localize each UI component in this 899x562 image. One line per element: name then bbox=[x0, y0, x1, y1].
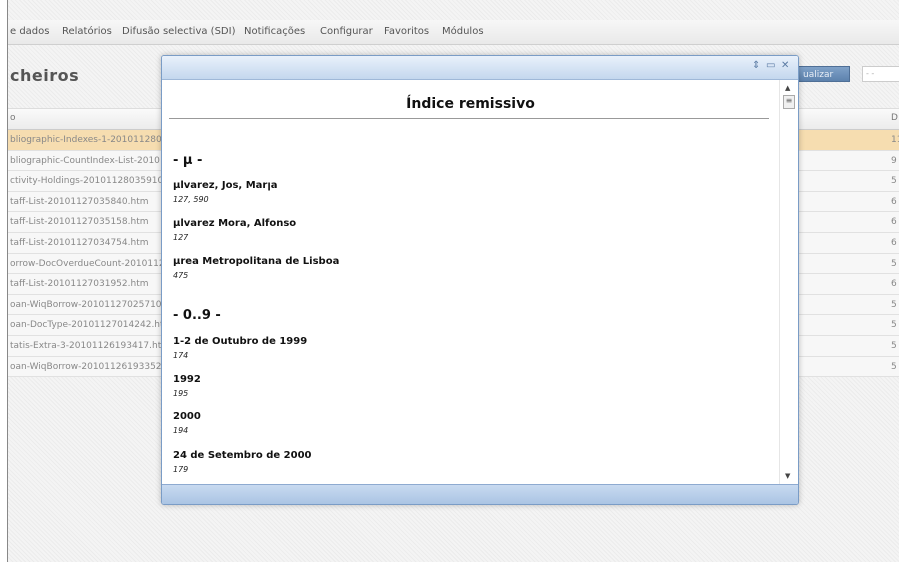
column-header-date[interactable]: D bbox=[891, 113, 898, 123]
row-value: 6 bbox=[891, 279, 897, 290]
menu-item-configurar[interactable]: Configurar bbox=[320, 26, 373, 37]
dialog-footer bbox=[162, 484, 798, 504]
section-header: - µ - bbox=[173, 153, 203, 168]
row-filename: ctivity-Holdings-20101128035910. bbox=[10, 176, 167, 187]
dialog-scrollbar[interactable]: ▲ ≡ ▼ bbox=[779, 80, 798, 484]
menu-item-sdi[interactable]: Difusão selectiva (SDI) bbox=[122, 26, 236, 37]
menu-item-relatorios[interactable]: Relatórios bbox=[62, 26, 112, 37]
row-filename: taff-List-20101127035158.htm bbox=[10, 217, 149, 228]
menu-bar: e dados Relatórios Difusão selectiva (SD… bbox=[8, 20, 899, 45]
menu-item-dados[interactable]: e dados bbox=[10, 26, 49, 37]
row-filename: taff-List-20101127031952.htm bbox=[10, 279, 149, 290]
dialog-content: Índice remissivo - µ - µlvarez, Jos, Mar… bbox=[162, 80, 779, 484]
heading-divider bbox=[169, 118, 769, 119]
index-pages: 195 bbox=[173, 389, 189, 398]
row-filename: taff-List-20101127034754.htm bbox=[10, 237, 149, 248]
close-icon[interactable]: ✕ bbox=[781, 61, 789, 71]
index-pages: 127 bbox=[173, 233, 189, 242]
pin-icon[interactable]: ⇕ bbox=[752, 61, 760, 71]
index-term: 24 de Setembro de 2000 bbox=[173, 450, 312, 461]
row-value: 5 bbox=[891, 361, 897, 372]
index-term: 1-2 de Outubro de 1999 bbox=[173, 336, 308, 347]
scroll-down-arrow-icon[interactable]: ▼ bbox=[785, 472, 790, 480]
column-header-name[interactable]: o bbox=[10, 113, 16, 123]
row-value: 6 bbox=[891, 217, 897, 228]
index-term: 2000 bbox=[173, 411, 201, 422]
row-filename: oan-DocType-20101127014242.ht bbox=[10, 320, 164, 331]
menu-item-modulos[interactable]: Módulos bbox=[442, 26, 484, 37]
row-value: 6 bbox=[891, 196, 897, 207]
index-term: µlvarez, Jos, Marןa bbox=[173, 180, 278, 191]
row-value: 5 bbox=[891, 299, 897, 310]
row-value: 5 bbox=[891, 176, 897, 187]
page-title: cheiros bbox=[10, 66, 80, 85]
dialog-titlebar[interactable]: ⇕ ▭ ✕ bbox=[162, 56, 798, 80]
section-header: - 0..9 - bbox=[173, 308, 221, 323]
index-pages: 127, 590 bbox=[173, 195, 209, 204]
index-dialog: ⇕ ▭ ✕ Índice remissivo - µ - µlvarez, Jo… bbox=[161, 55, 799, 505]
index-term: µrea Metropolitana de Lisboa bbox=[173, 256, 340, 267]
index-pages: 179 bbox=[173, 465, 189, 474]
row-value: 5 bbox=[891, 320, 897, 331]
row-filename: bliographic-CountIndex-List-2010 bbox=[10, 155, 160, 166]
menu-item-favoritos[interactable]: Favoritos bbox=[384, 26, 429, 37]
minimize-icon[interactable]: ▭ bbox=[766, 61, 775, 71]
row-value: 5 bbox=[891, 340, 897, 351]
scroll-thumb[interactable]: ≡ bbox=[783, 95, 795, 109]
row-filename: tatis-Extra-3-20101126193417.ht bbox=[10, 340, 162, 351]
row-filename: oan-WiqBorrow-20101126193352. bbox=[10, 361, 165, 372]
index-pages: 194 bbox=[173, 426, 189, 435]
row-filename: bliographic-Indexes-1-201011280 bbox=[10, 135, 162, 145]
mini-input[interactable]: - - bbox=[862, 66, 899, 82]
scroll-up-arrow-icon[interactable]: ▲ bbox=[785, 84, 790, 92]
index-pages: 475 bbox=[173, 271, 189, 280]
row-filename: taff-List-20101127035840.htm bbox=[10, 196, 149, 207]
row-value: 6 bbox=[891, 237, 897, 248]
row-value: 5 bbox=[891, 258, 897, 269]
menu-item-notificacoes[interactable]: Notificações bbox=[244, 26, 305, 37]
row-filename: oan-WiqBorrow-20101127025710. bbox=[10, 299, 165, 310]
index-pages: 174 bbox=[173, 351, 189, 360]
index-term: 1992 bbox=[173, 374, 201, 385]
row-filename: orrow-DocOverdueCount-2010112 bbox=[10, 258, 165, 269]
index-heading: Índice remissivo bbox=[406, 96, 535, 112]
row-value: 9 bbox=[891, 155, 897, 166]
row-value: 11 bbox=[891, 135, 899, 145]
index-term: µlvarez Mora, Alfonso bbox=[173, 218, 297, 229]
